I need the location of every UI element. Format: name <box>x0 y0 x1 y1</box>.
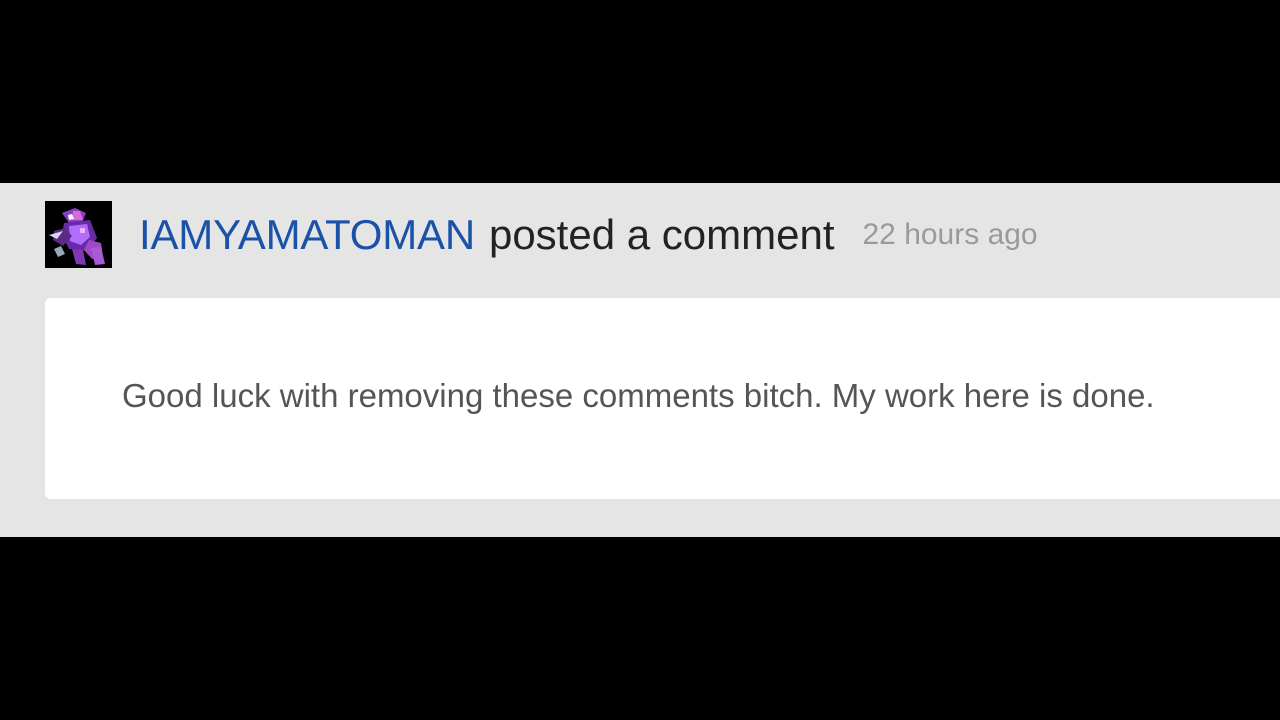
avatar[interactable] <box>45 201 112 268</box>
comment-body: Good luck with removing these comments b… <box>45 298 1280 499</box>
robot-avatar-icon <box>45 201 112 268</box>
screenshot-frame: IAMYAMATOMAN posted a comment 22 hours a… <box>0 0 1280 720</box>
comment-card: IAMYAMATOMAN posted a comment 22 hours a… <box>0 183 1280 537</box>
comment-action-text: posted a comment <box>488 211 835 258</box>
comment-text: Good luck with removing these comments b… <box>122 377 1155 414</box>
username-link[interactable]: IAMYAMATOMAN <box>139 201 475 268</box>
comment-timestamp[interactable]: 22 hours ago <box>862 201 1037 268</box>
comment-header: IAMYAMATOMAN posted a comment 22 hours a… <box>45 201 1038 268</box>
